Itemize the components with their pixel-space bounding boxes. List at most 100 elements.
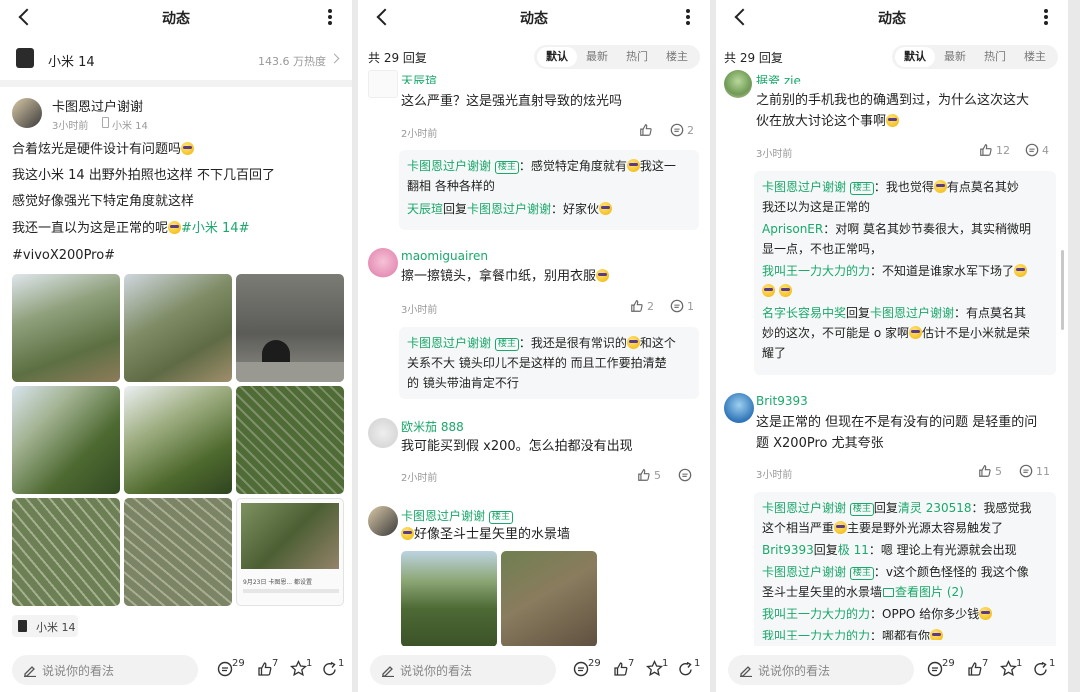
post-photo-3[interactable] xyxy=(236,274,344,382)
thumb-up-icon[interactable] xyxy=(637,468,651,482)
share-icon[interactable] xyxy=(1033,661,1049,677)
star-count: 1 xyxy=(1016,658,1023,669)
tab-hot[interactable]: 热门 xyxy=(617,47,657,67)
post-photo-4[interactable] xyxy=(12,386,120,494)
phone-thumbnail-icon xyxy=(18,620,27,632)
reply-item[interactable]: 卡图恩过户谢谢 楼主 ：我也觉得 有点莫名其妙 xyxy=(762,177,1048,197)
reply-item[interactable]: 我叫王一力大力的力：哪都有你 xyxy=(762,626,1048,640)
reply-item[interactable]: 名字长容易中奖回复卡图恩过户谢谢：有点莫名其 xyxy=(762,303,1048,323)
reply-item[interactable]: AprisonER：对啊 莫名其妙节奏很大，其实稍微明 xyxy=(762,219,1048,239)
tab-latest[interactable]: 最新 xyxy=(935,47,975,67)
post-photo-5[interactable] xyxy=(124,386,232,494)
thumb-up-icon[interactable] xyxy=(978,464,992,478)
comments-panel-scrolled: 动态 共 29 回复 默认 最新 热门 楼主 据瓷 zie 之前别的手机我也的确… xyxy=(716,0,1068,692)
reply-item[interactable]: 卡图恩过户谢谢 楼主 回复清灵 230518：我感觉我 xyxy=(762,498,1048,518)
comment-time: 3小时前 xyxy=(756,470,793,481)
author-name[interactable]: 卡图恩过户谢谢 xyxy=(52,96,143,115)
post-photo-6[interactable] xyxy=(236,386,344,494)
scrollbar[interactable] xyxy=(1061,250,1064,330)
image-icon xyxy=(883,588,895,597)
device-chip[interactable]: 小米 14 xyxy=(12,615,78,637)
reply-item[interactable]: 我叫王一力大力的力：不知道是谁家水军下场了 xyxy=(762,261,1048,281)
author-avatar[interactable] xyxy=(12,98,42,128)
commenter-avatar[interactable] xyxy=(368,418,398,448)
commenter-name[interactable]: 欧米茄 888 xyxy=(401,418,464,435)
share-icon[interactable] xyxy=(322,661,338,677)
reply-item[interactable]: 卡图恩过户谢谢 楼主 ：感觉特定角度就有 我这一 xyxy=(407,156,691,176)
hashtag-xiaomi14[interactable]: #小米 14# xyxy=(181,221,249,236)
comment-text-1: 这是正常的 但现在不是有没有的问题 是轻重的问 xyxy=(756,415,1038,430)
reply-item[interactable]: Brit9393回复极 11：嗯 理论上有光源就会出现 xyxy=(762,540,1048,560)
commenter-name[interactable]: 天辰瑄 xyxy=(401,72,437,84)
like-count-c3: 5 xyxy=(654,469,661,482)
bottom-action-bar: 说说你的看法 29 7 1 1 xyxy=(358,646,710,692)
emoji-icon xyxy=(979,607,993,620)
reply-item[interactable]: 天辰瑄回复卡图恩过户谢谢：好家伙 xyxy=(407,199,691,219)
post-photo-2[interactable] xyxy=(124,274,232,382)
more-options-icon[interactable] xyxy=(686,9,690,25)
commenter-avatar[interactable] xyxy=(724,393,754,423)
reply-text-cont: 我还以为这是正常的 xyxy=(762,200,871,214)
comment-count-icon[interactable] xyxy=(573,661,589,677)
star-icon[interactable] xyxy=(646,660,663,677)
commenter-name[interactable]: 据瓷 zie xyxy=(756,72,801,84)
emoji-icon xyxy=(626,336,640,349)
star-icon[interactable] xyxy=(290,660,307,677)
commenter-name[interactable]: 卡图恩过户谢谢 楼主 xyxy=(401,507,513,524)
star-icon[interactable] xyxy=(1000,660,1017,677)
thumb-up-icon[interactable] xyxy=(630,299,644,313)
thumb-up-icon[interactable] xyxy=(639,123,653,137)
comment-input[interactable]: 说说你的看法 xyxy=(728,655,914,685)
commenter-avatar[interactable] xyxy=(724,70,752,98)
comment-placeholder: 说说你的看法 xyxy=(42,664,115,678)
comment-count-icon[interactable] xyxy=(217,661,233,677)
comment-input[interactable]: 说说你的看法 xyxy=(12,655,198,685)
reply-icon[interactable] xyxy=(678,468,692,482)
view-images-link[interactable]: 查看图片 (2) xyxy=(895,585,964,599)
pencil-icon xyxy=(739,663,753,677)
tab-op[interactable]: 楼主 xyxy=(1015,47,1055,67)
commenter-avatar[interactable] xyxy=(368,70,398,98)
tab-default[interactable]: 默认 xyxy=(537,47,577,67)
more-options-icon[interactable] xyxy=(328,9,332,25)
comment-photo-1[interactable] xyxy=(401,551,497,647)
commenter-name[interactable]: maomiguairen xyxy=(401,249,488,263)
commenter-name[interactable]: Brit9393 xyxy=(756,394,808,408)
reply-icon[interactable] xyxy=(1019,464,1033,478)
thumb-up-icon[interactable] xyxy=(979,143,993,157)
comment-photo-2[interactable] xyxy=(501,551,597,647)
post-photo-9-screenshot[interactable]: 9月23日 卡图恩... 都设置 xyxy=(236,498,344,606)
reply-item[interactable]: 我叫王一力大力的力：OPPO 给你多少钱 xyxy=(762,604,1048,624)
like-count-c2: 5 xyxy=(995,465,1002,478)
tab-hot[interactable]: 热门 xyxy=(975,47,1015,67)
hashtag-vivox200pro[interactable]: #vivoX200Pro# xyxy=(12,245,115,266)
commenter-avatar[interactable] xyxy=(368,248,398,278)
post-photo-1[interactable] xyxy=(12,274,120,382)
comment-placeholder: 说说你的看法 xyxy=(400,664,473,678)
reply-item[interactable]: 卡图恩过户谢谢 楼主 ：v这个颜色怪怪的 我这个像 xyxy=(762,562,1048,582)
emoji-icon xyxy=(778,284,792,297)
thumb-up-icon[interactable] xyxy=(613,661,629,677)
chevron-right-icon xyxy=(329,53,340,64)
reply-item[interactable]: 卡图恩过户谢谢 楼主 ：我还是很有常识的 和这个 xyxy=(407,333,691,353)
thumb-up-icon[interactable] xyxy=(257,661,273,677)
emoji-icon xyxy=(599,202,613,215)
comment-input[interactable]: 说说你的看法 xyxy=(370,655,556,685)
tab-latest[interactable]: 最新 xyxy=(577,47,617,67)
reply-icon[interactable] xyxy=(670,299,684,313)
post-photo-7[interactable] xyxy=(12,498,120,606)
tab-op[interactable]: 楼主 xyxy=(657,47,697,67)
reply-icon[interactable] xyxy=(670,123,684,137)
reply-count: 共 29 回复 xyxy=(368,51,427,65)
share-icon[interactable] xyxy=(678,661,694,677)
topic-row[interactable]: 小米 14 143.6 万热度 xyxy=(0,42,352,76)
more-options-icon[interactable] xyxy=(1044,9,1048,25)
comment-count-icon[interactable] xyxy=(927,661,943,677)
reply-icon[interactable] xyxy=(1025,143,1039,157)
post-photo-8[interactable] xyxy=(124,498,232,606)
commenter-avatar[interactable] xyxy=(368,506,398,536)
reply-text-cont: 耀了 xyxy=(762,346,787,360)
reply-thread: 卡图恩过户谢谢 楼主 ：我还是很有常识的 和这个 关系不大 镜头印儿不是这样的 而且… xyxy=(399,327,699,399)
thumb-up-icon[interactable] xyxy=(967,661,983,677)
tab-default[interactable]: 默认 xyxy=(895,47,935,67)
